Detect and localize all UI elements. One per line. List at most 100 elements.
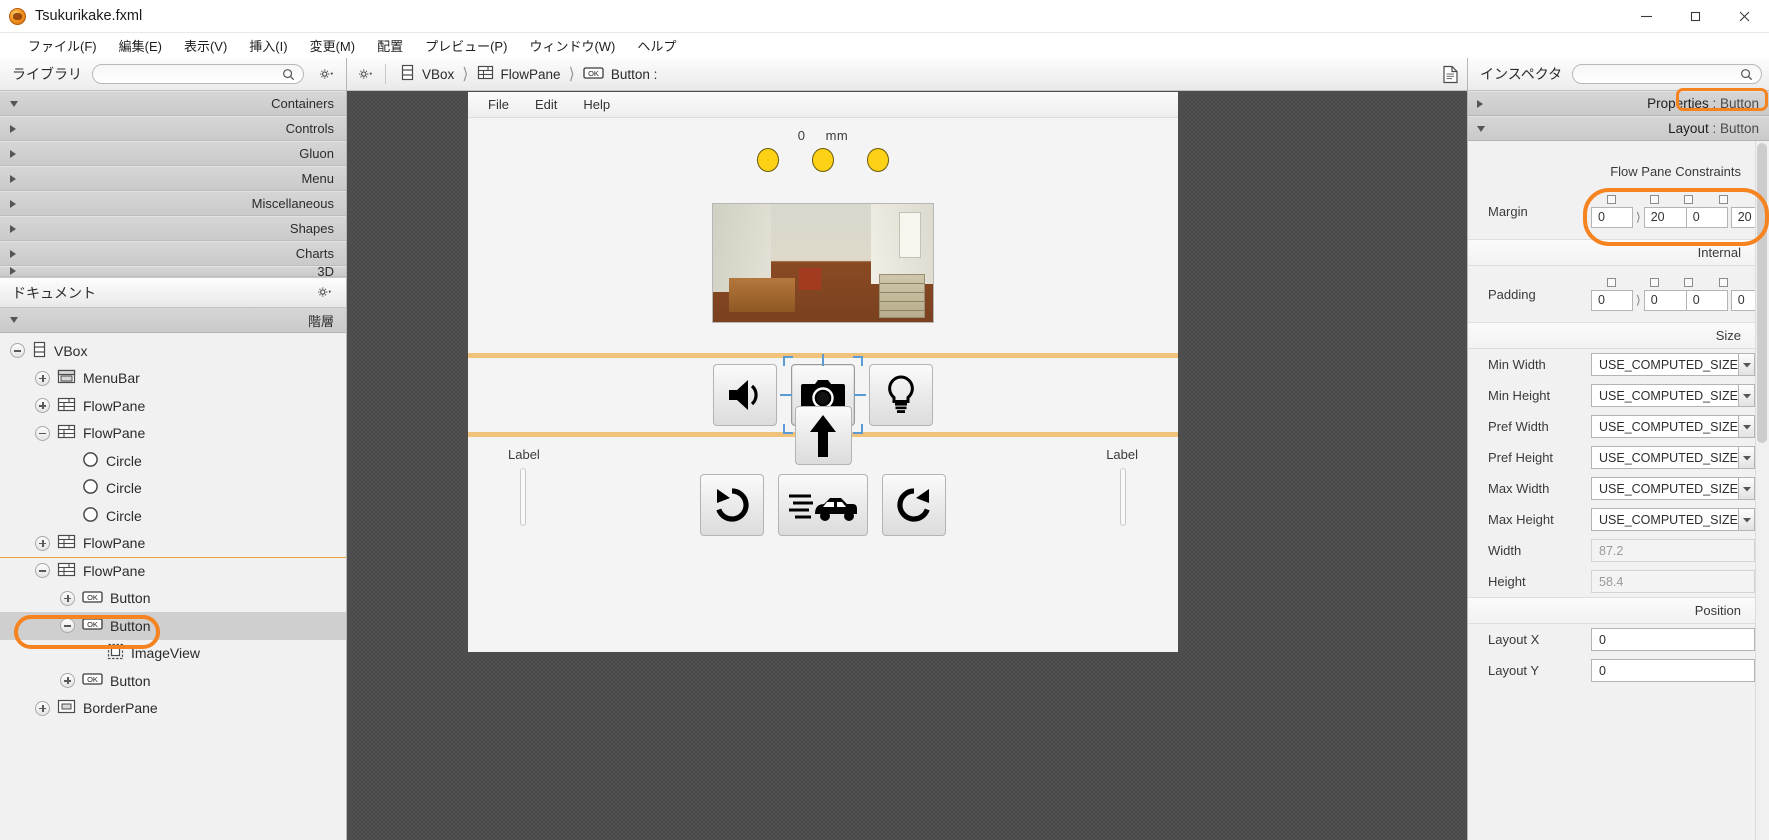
accordion-layout[interactable]: Layout : Button [1468, 116, 1769, 141]
chevron-right-icon[interactable] [10, 224, 16, 233]
margin-bottom-checkbox[interactable] [1684, 194, 1693, 204]
inspector-scrollbar[interactable] [1755, 141, 1769, 840]
expand-icon[interactable] [35, 398, 50, 414]
margin-top-input[interactable]: 0 [1591, 206, 1633, 228]
padding-top-input[interactable]: 0 [1591, 289, 1633, 311]
chevron-down-icon[interactable] [1739, 415, 1755, 438]
library-category-containers[interactable]: Containers [0, 91, 346, 116]
chevron-down-icon[interactable] [1739, 508, 1755, 531]
library-category-gluon[interactable]: Gluon [0, 141, 346, 166]
hierarchy-tree[interactable]: VBox MenuBar FlowPane FlowPane Circle Circle C… [0, 333, 346, 840]
inspector-search[interactable] [1572, 64, 1763, 84]
menu-edit[interactable]: 編集(E) [108, 33, 173, 58]
breadcrumb-item-vbox[interactable]: VBox [394, 64, 454, 84]
property-input[interactable]: USE_COMPUTED_SIZE [1591, 477, 1740, 500]
chevron-right-icon[interactable] [10, 249, 16, 258]
lightbulb-button[interactable] [869, 364, 933, 426]
property-input[interactable]: USE_COMPUTED_SIZE [1591, 446, 1740, 469]
padding-left-checkbox[interactable] [1719, 277, 1728, 287]
chevron-right-icon[interactable] [10, 199, 16, 208]
tree-row[interactable]: VBox [0, 337, 346, 365]
rotate-left-button[interactable] [700, 474, 764, 536]
tree-row[interactable]: FlowPane [0, 392, 346, 420]
tree-row[interactable]: FlowPane [0, 420, 346, 448]
tree-row[interactable]: FlowPane [0, 557, 346, 585]
tree-row[interactable]: OK Button [0, 612, 346, 640]
library-category-shapes[interactable]: Shapes [0, 216, 346, 241]
document-gear-icon[interactable] [312, 282, 336, 304]
breadcrumb-item-button[interactable]: OK Button : [577, 66, 657, 83]
rotate-right-button[interactable] [882, 474, 946, 536]
library-category-3d[interactable]: 3D [0, 266, 346, 277]
tree-row[interactable]: MenuBar [0, 365, 346, 393]
tree-row[interactable]: OK Button [0, 585, 346, 613]
expand-icon[interactable] [35, 535, 50, 551]
collapse-icon[interactable] [60, 618, 75, 634]
expand-icon[interactable] [35, 370, 50, 386]
maximize-icon[interactable] [1671, 0, 1720, 33]
menu-preview[interactable]: プレビュー(P) [414, 33, 518, 58]
arrow-up-button[interactable] [794, 406, 852, 465]
slider-right[interactable] [1120, 468, 1126, 526]
expand-icon[interactable] [35, 700, 50, 716]
circle-3[interactable] [867, 148, 889, 172]
margin-right-checkbox[interactable] [1650, 194, 1659, 204]
property-input[interactable]: USE_COMPUTED_SIZE [1591, 415, 1740, 438]
library-category-menu[interactable]: Menu [0, 166, 346, 191]
library-category-controls[interactable]: Controls [0, 116, 346, 141]
expand-icon[interactable] [60, 590, 75, 606]
collapse-icon[interactable] [35, 425, 50, 441]
inspector-scroll-thumb[interactable] [1757, 143, 1767, 443]
preview-menu-help[interactable]: Help [583, 97, 610, 112]
inspector-search-input[interactable] [1581, 66, 1741, 82]
circle-2[interactable] [812, 148, 834, 172]
chevron-right-icon[interactable] [10, 149, 16, 158]
menu-modify[interactable]: 変更(M) [299, 33, 367, 58]
padding-top-checkbox[interactable] [1607, 277, 1616, 287]
chevron-down-icon[interactable] [1477, 125, 1485, 132]
hierarchy-header[interactable]: 階層 [0, 308, 346, 333]
tree-row[interactable]: OK Button [0, 667, 346, 695]
menu-file[interactable]: ファイル(F) [17, 33, 108, 58]
margin-top-checkbox[interactable] [1607, 194, 1616, 204]
slider-left[interactable] [520, 468, 526, 526]
breadcrumb-gear-icon[interactable] [353, 63, 377, 85]
chevron-right-icon[interactable] [10, 267, 16, 275]
padding-bottom-checkbox[interactable] [1684, 277, 1693, 287]
menu-insert[interactable]: 挿入(I) [238, 33, 298, 58]
preview-menu-edit[interactable]: Edit [535, 97, 557, 112]
collapse-icon[interactable] [35, 563, 50, 579]
collapse-icon[interactable] [10, 343, 25, 359]
padding-bottom-input[interactable]: 0 [1685, 289, 1728, 311]
expand-icon[interactable] [60, 673, 75, 689]
chevron-down-icon[interactable] [1739, 384, 1755, 407]
tree-row[interactable]: Circle [0, 475, 346, 503]
tree-row[interactable]: Circle [0, 502, 346, 530]
circle-1[interactable] [757, 148, 779, 172]
padding-right-input[interactable]: 0 [1643, 289, 1687, 311]
speaker-button[interactable] [713, 364, 777, 426]
design-canvas[interactable]: File Edit Help 0 mm Label Label [347, 91, 1467, 840]
library-category-miscellaneous[interactable]: Miscellaneous [0, 191, 346, 216]
chevron-down-icon[interactable] [1739, 477, 1755, 500]
breadcrumb-item-flowpane[interactable]: FlowPane [471, 64, 561, 84]
margin-right-input[interactable]: 20 [1643, 206, 1687, 228]
property-input[interactable]: USE_COMPUTED_SIZE [1591, 353, 1740, 376]
preview-menu-file[interactable]: File [488, 97, 509, 112]
chevron-down-icon[interactable] [1739, 446, 1755, 469]
property-input[interactable]: USE_COMPUTED_SIZE [1591, 508, 1740, 531]
library-search-input[interactable] [101, 66, 282, 82]
margin-left-checkbox[interactable] [1719, 194, 1728, 204]
property-input[interactable]: USE_COMPUTED_SIZE [1591, 384, 1740, 407]
chevron-right-icon[interactable] [1477, 99, 1483, 108]
menu-arrange[interactable]: 配置 [366, 33, 414, 58]
library-gear-icon[interactable] [314, 63, 338, 85]
tree-row[interactable]: ImageView [0, 640, 346, 668]
chevron-right-icon[interactable] [10, 124, 16, 133]
tree-row[interactable]: Circle [0, 447, 346, 475]
library-search[interactable] [92, 64, 304, 84]
padding-right-checkbox[interactable] [1650, 277, 1659, 287]
chevron-down-icon[interactable] [10, 317, 18, 323]
tree-row[interactable]: FlowPane [0, 530, 346, 558]
chevron-down-icon[interactable] [10, 100, 18, 107]
